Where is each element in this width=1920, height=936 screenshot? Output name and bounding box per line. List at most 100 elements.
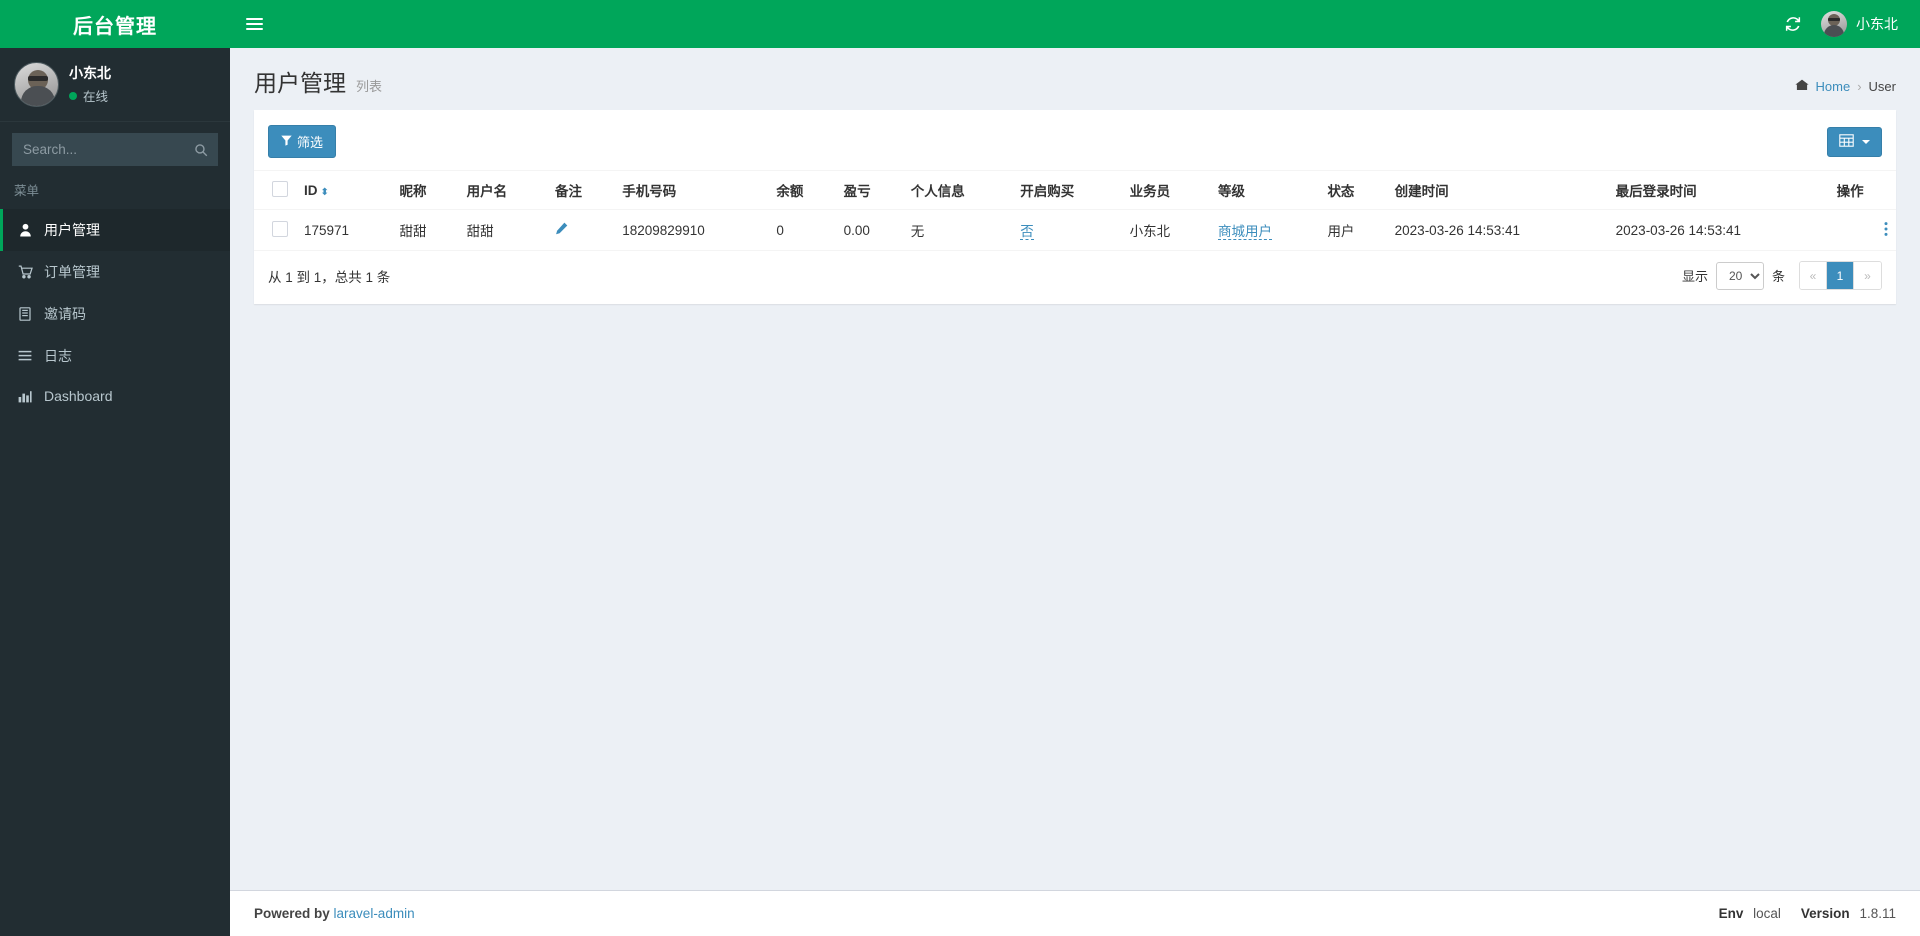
topbar-user-menu[interactable]: 小东北	[1817, 0, 1906, 48]
cell-actions	[1828, 209, 1896, 251]
footer-version: Version 1.8.11	[1801, 906, 1896, 921]
topbar-right: 小东北	[1769, 0, 1906, 48]
col-profit: 盈亏	[835, 170, 903, 210]
breadcrumb: Home › User	[1794, 79, 1896, 94]
cell-personal-info: 无	[902, 209, 1013, 251]
row-select-cell	[254, 209, 296, 251]
cell-level: 商城用户	[1210, 209, 1320, 251]
sidebar-menu: 用户管理 订单管理 邀请码 日志 Dashboard	[0, 209, 230, 415]
sidebar-item-label: Dashboard	[44, 388, 113, 404]
hamburger-icon[interactable]	[230, 0, 278, 48]
breadcrumb-separator: ›	[1857, 79, 1862, 94]
table-row: 175971 甜甜 甜甜 18209829910 0 0.00 无 否 小东北 …	[254, 209, 1896, 251]
footer-env-label: Env	[1718, 906, 1744, 921]
footer-env-value: local	[1753, 906, 1781, 921]
topbar: 小东北	[230, 0, 1920, 48]
footer-powered-label: Powered by	[254, 906, 330, 921]
row-actions-menu-icon[interactable]	[1884, 221, 1888, 241]
book-icon	[17, 307, 33, 321]
pagination-prev[interactable]: «	[1800, 262, 1827, 289]
sidebar-link-users[interactable]: 用户管理	[0, 209, 230, 251]
pagination-page-1[interactable]: 1	[1827, 262, 1854, 289]
breadcrumb-current: User	[1868, 79, 1896, 94]
col-actions: 操作	[1828, 170, 1896, 210]
table-head: ID ⬍ 昵称 用户名 备注 手机号码 余额 盈亏 个人信息 开启购买 业务员 等…	[254, 170, 1896, 210]
cell-last-login-at: 2023-03-26 14:53:41	[1607, 209, 1829, 251]
sidebar-user-status-label: 在线	[83, 90, 109, 104]
topbar-user-name: 小东北	[1856, 16, 1898, 32]
sidebar-item-logs[interactable]: 日志	[0, 335, 230, 377]
cell-username: 甜甜	[458, 209, 547, 251]
footer-powered-by: Powered by laravel-admin	[254, 906, 415, 921]
grid-toolbar: 筛选	[254, 113, 1896, 170]
sidebar-link-invite-code[interactable]: 邀请码	[0, 293, 230, 335]
sidebar-user-name: 小东北	[69, 65, 111, 81]
sidebar-user-status: 在线	[69, 86, 111, 105]
col-id[interactable]: ID ⬍	[296, 170, 392, 210]
col-balance: 余额	[768, 170, 836, 210]
select-all-checkbox[interactable]	[272, 180, 288, 197]
content-header: 用户管理 列表 Home › User	[230, 48, 1920, 110]
col-status: 状态	[1319, 170, 1387, 210]
users-table: ID ⬍ 昵称 用户名 备注 手机号码 余额 盈亏 个人信息 开启购买 业务员 等…	[254, 170, 1896, 251]
row-checkbox[interactable]	[272, 220, 288, 237]
grid-view-toggle-button[interactable]	[1827, 126, 1882, 157]
cell-profit: 0.00	[835, 209, 903, 251]
online-status-dot	[69, 91, 77, 100]
breadcrumb-home[interactable]: Home	[1816, 79, 1851, 94]
sidebar-item-label: 用户管理	[44, 222, 100, 238]
cell-nickname: 甜甜	[391, 209, 459, 251]
app-root: 后台管理 小东北 在线 菜单	[0, 0, 1920, 936]
cell-status: 用户	[1319, 209, 1387, 251]
sidebar-item-invite-code[interactable]: 邀请码	[0, 293, 230, 335]
per-page-unit-label: 条	[1771, 269, 1785, 284]
footer-brand-link[interactable]: laravel-admin	[334, 906, 415, 921]
sidebar-item-orders[interactable]: 订单管理	[0, 251, 230, 293]
sidebar-link-orders[interactable]: 订单管理	[0, 251, 230, 293]
sidebar-item-users[interactable]: 用户管理	[0, 209, 230, 251]
table-body: 175971 甜甜 甜甜 18209829910 0 0.00 无 否 小东北 …	[254, 209, 1896, 251]
main-area: 小东北 用户管理 列表 Home › User 筛选 ID ⬍ 昵称 用户名 备…	[230, 0, 1920, 936]
col-nickname: 昵称	[391, 170, 459, 210]
filter-icon	[281, 134, 292, 149]
user-icon	[17, 223, 33, 237]
refresh-icon[interactable]	[1769, 0, 1817, 48]
cell-salesman: 小东北	[1121, 209, 1210, 251]
per-page-select[interactable]: 20	[1715, 261, 1764, 290]
sidebar-search[interactable]	[12, 133, 228, 166]
bar-chart-icon	[17, 390, 33, 403]
page-subtitle: 列表	[356, 79, 383, 94]
select-all-cell	[254, 170, 296, 210]
avatar	[14, 62, 59, 107]
avatar	[1821, 11, 1847, 37]
col-purchase-enabled: 开启购买	[1012, 170, 1122, 210]
footer-env: Env local	[1719, 906, 1781, 921]
edit-pencil-icon[interactable]	[555, 222, 568, 238]
col-salesman: 业务员	[1121, 170, 1210, 210]
footer-version-label: Version	[1800, 906, 1850, 921]
page-title: 用户管理	[254, 70, 346, 96]
sidebar-item-dashboard[interactable]: Dashboard	[0, 377, 230, 415]
pagination-controls: 显示 20 条 « 1 »	[1682, 261, 1882, 290]
col-personal-info: 个人信息	[902, 170, 1013, 210]
col-created-at: 创建时间	[1386, 170, 1608, 210]
search-icon[interactable]	[194, 143, 208, 157]
col-last-login-at: 最后登录时间	[1607, 170, 1829, 210]
sidebar-link-dashboard[interactable]: Dashboard	[0, 377, 230, 415]
cell-phone: 18209829910	[614, 209, 769, 251]
table-icon	[1839, 133, 1854, 150]
pagination-next[interactable]: »	[1854, 262, 1881, 289]
shopping-cart-icon	[17, 265, 33, 279]
col-level: 等级	[1210, 170, 1320, 210]
sort-icon[interactable]: ⬍	[321, 187, 329, 198]
filter-button[interactable]: 筛选	[268, 125, 337, 158]
sidebar-item-label: 订单管理	[44, 264, 100, 280]
grid-footer: 从 1 到 1，总共 1 条 显示 20 条 « 1 »	[254, 251, 1896, 304]
purchase-enabled-toggle[interactable]: 否	[1020, 224, 1034, 240]
sidebar-link-logs[interactable]: 日志	[0, 335, 230, 377]
page-footer: Powered by laravel-admin Env local Versi…	[230, 890, 1920, 936]
level-link[interactable]: 商城用户	[1218, 224, 1272, 240]
app-logo[interactable]: 后台管理	[0, 0, 230, 48]
pagination: « 1 »	[1799, 261, 1882, 290]
cell-id: 175971	[296, 209, 392, 251]
